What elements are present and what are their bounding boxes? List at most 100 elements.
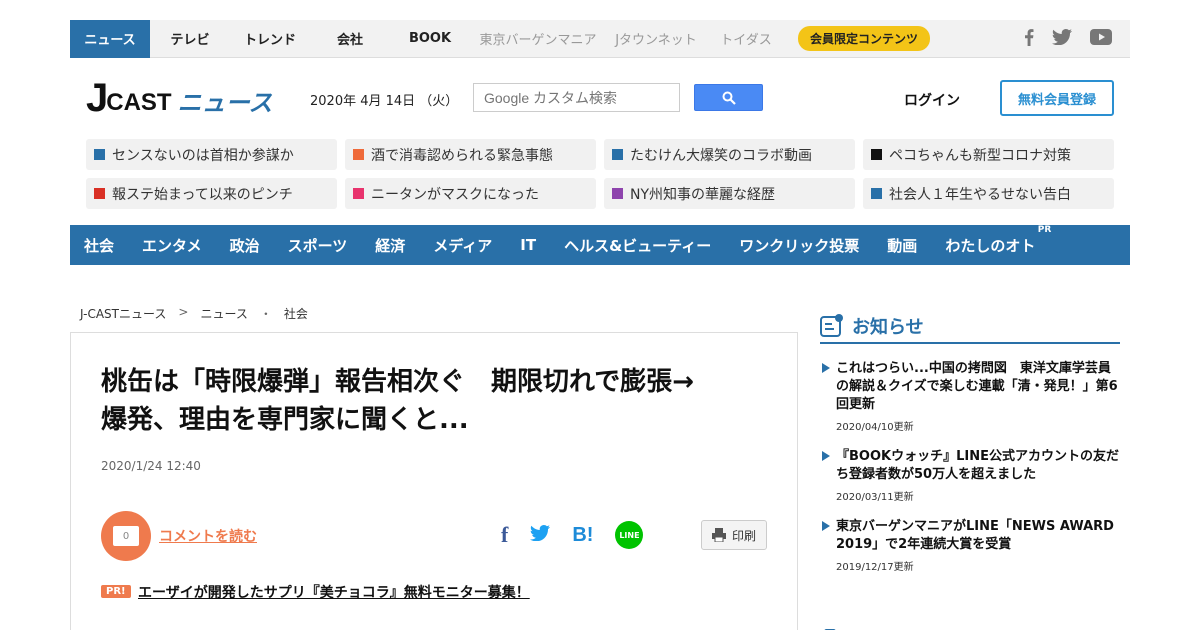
twitter-icon[interactable] xyxy=(1052,29,1072,49)
category-tab[interactable]: ヘルス&ビューティー xyxy=(564,235,711,256)
facebook-share-icon[interactable]: f xyxy=(501,522,508,548)
triangle-bullet-icon xyxy=(822,363,830,373)
category-tab[interactable]: 動画 xyxy=(887,235,917,256)
trending-topic[interactable]: NY州知事の華麗な経歴 xyxy=(604,178,855,209)
breadcrumb-separator: > xyxy=(178,305,189,319)
trending-topic[interactable]: たむけん大爆笑のコラボ動画 xyxy=(604,139,855,170)
hatena-bookmark-icon[interactable]: B! xyxy=(572,524,593,547)
logo-j: J xyxy=(86,76,109,120)
notice-icon xyxy=(820,314,843,337)
next-section-header xyxy=(820,622,1120,630)
category-tab-label: エンタメ xyxy=(142,236,202,255)
trending-topic[interactable]: 社会人１年生やるせない告白 xyxy=(863,178,1114,209)
category-tab-label: スポーツ xyxy=(287,236,348,255)
category-tab[interactable]: メディア xyxy=(433,235,492,256)
article-title: 桃缶は「時限爆弾」報告相次ぐ 期限切れで膨張→ 爆発、理由を専門家に聞くと... xyxy=(101,363,771,439)
print-button[interactable]: 印刷 xyxy=(701,520,767,550)
pr-ad-link[interactable]: エーザイが開発したサプリ『美チョコラ』無料モニター募集！ xyxy=(138,582,530,602)
trending-topic-label: センスないのは首相か参謀か xyxy=(112,147,294,164)
category-tab[interactable]: IT xyxy=(520,236,536,254)
trending-marker-icon xyxy=(94,188,105,199)
category-tab[interactable]: スポーツ xyxy=(288,235,348,256)
category-tab[interactable]: エンタメ xyxy=(142,235,202,256)
category-tab-label: 動画 xyxy=(887,236,918,255)
trending-topic-label: ニータンがマスクになった xyxy=(371,186,539,203)
category-tab[interactable]: わたしのオト PR xyxy=(945,225,1051,256)
triangle-bullet-icon xyxy=(822,521,830,531)
login-link[interactable]: ログイン xyxy=(904,90,960,110)
top-nav-toidas[interactable]: トイダス xyxy=(706,20,786,58)
social-links xyxy=(1024,20,1112,58)
notice-item-updated: 2020/04/10更新 xyxy=(836,422,914,433)
free-register-button[interactable]: 無料会員登録 xyxy=(1000,80,1114,116)
trending-marker-icon xyxy=(94,149,105,160)
notice-title: お知らせ xyxy=(852,317,924,338)
top-nav: ニュース テレビ トレンド 会社 BOOK 東京バーゲンマニア Jタウンネット … xyxy=(70,19,931,58)
trending-marker-icon xyxy=(871,188,882,199)
category-navigation: 社会 エンタメ 政治 スポーツ 経済 メディア IT ヘルス&ビューティー ワンクリック投票 動画… xyxy=(70,225,1130,265)
trending-topic-label: NY州知事の華麗な経歴 xyxy=(630,186,776,203)
top-nav-tv[interactable]: テレビ xyxy=(150,20,230,58)
trending-topic[interactable]: 報ステ始まって以来のピンチ xyxy=(86,178,337,209)
trending-topic-label: たむけん大爆笑のコラボ動画 xyxy=(630,147,812,164)
breadcrumb-home[interactable]: J-CASTニュース xyxy=(80,305,166,322)
article-date: 2020/1/24 12:40 xyxy=(101,459,201,473)
article-title-line1: 桃缶は「時限爆弾」報告相次ぐ 期限切れで膨張→ xyxy=(101,367,695,397)
comment-button[interactable]: 0 xyxy=(101,511,151,561)
read-comments-link[interactable]: コメントを読む xyxy=(159,526,257,546)
trending-marker-icon xyxy=(353,188,364,199)
trending-topic-label: 報ステ始まって以来のピンチ xyxy=(112,186,293,203)
search-icon xyxy=(722,91,736,105)
trending-topic[interactable]: ニータンがマスクになった xyxy=(345,178,596,209)
twitter-share-icon[interactable] xyxy=(530,525,551,545)
jcast-news-logo[interactable]: J CAST ニュース xyxy=(86,76,272,120)
trending-topic[interactable]: ペコちゃんも新型コロナ対策 xyxy=(863,139,1114,170)
notice-item-text: 『BOOKウォッチ』LINE公式アカウントの友だち登録者数が50万人を超えました xyxy=(836,449,1119,482)
top-nav-trend[interactable]: トレンド xyxy=(230,20,310,58)
search-input[interactable] xyxy=(473,83,680,112)
top-navigation-bar: ニュース テレビ トレンド 会社 BOOK 東京バーゲンマニア Jタウンネット … xyxy=(70,19,1130,58)
category-tab-label: 社会 xyxy=(84,236,115,255)
notice-item[interactable]: 東京バーゲンマニアがLINE「NEWS AWARD 2019」で2年連続大賞を受… xyxy=(820,518,1120,573)
category-tab[interactable]: 政治 xyxy=(230,235,260,256)
search-button[interactable] xyxy=(694,84,763,111)
category-tab-label: メディア xyxy=(433,236,493,255)
breadcrumb-news[interactable]: ニュース xyxy=(200,305,247,322)
share-buttons: f B! LINE xyxy=(501,521,644,549)
notice-item[interactable]: 『BOOKウォッチ』LINE公式アカウントの友だち登録者数が50万人を超えました… xyxy=(820,448,1120,503)
youtube-icon[interactable] xyxy=(1090,29,1112,49)
category-tab-label: 経済 xyxy=(375,236,406,255)
page: ニュース テレビ トレンド 会社 BOOK 東京バーゲンマニア Jタウンネット … xyxy=(0,0,1200,630)
breadcrumb-society[interactable]: 社会 xyxy=(284,305,308,322)
trending-marker-icon xyxy=(871,149,882,160)
trending-topic[interactable]: 酒で消毒認められる緊急事態 xyxy=(345,139,596,170)
notice-item[interactable]: これはつらい...中国の拷問図 東洋文庫学芸員の解説＆クイズで楽しむ連載「清・発… xyxy=(820,360,1120,433)
category-tab-label: ヘルス&ビューティー xyxy=(564,236,712,255)
comment-count: 0 xyxy=(122,530,130,542)
top-nav-book[interactable]: BOOK xyxy=(390,20,470,58)
top-nav-j-town-net[interactable]: Jタウンネット xyxy=(606,20,706,58)
category-tab[interactable]: 経済 xyxy=(375,235,405,256)
trending-topic[interactable]: センスないのは首相か参謀か xyxy=(86,139,337,170)
facebook-icon[interactable] xyxy=(1024,28,1034,50)
trending-topic-label: ペコちゃんも新型コロナ対策 xyxy=(889,147,1071,164)
category-tab-label: わたしのオト xyxy=(945,236,1036,255)
trending-marker-icon xyxy=(612,149,623,160)
top-nav-bargain-mania[interactable]: 東京バーゲンマニア xyxy=(470,20,606,58)
top-nav-news[interactable]: ニュース xyxy=(70,19,150,58)
current-date: 2020年 4月 14日 （火） xyxy=(310,94,459,109)
members-only-badge[interactable]: 会員限定コンテンツ xyxy=(798,26,931,51)
category-tab-label: 政治 xyxy=(229,236,260,255)
triangle-bullet-icon xyxy=(822,451,830,461)
category-tab[interactable]: 社会 xyxy=(84,235,114,256)
line-share-icon[interactable]: LINE xyxy=(615,521,644,549)
comment-icon: 0 xyxy=(113,526,139,546)
top-nav-company[interactable]: 会社 xyxy=(310,20,390,58)
trending-topic-label: 社会人１年生やるせない告白 xyxy=(889,186,1071,203)
trending-topics: センスないのは首相か参謀か 酒で消毒認められる緊急事態 たむけん大爆笑のコラボ動画 ペ… xyxy=(86,139,1114,209)
notice-item-text: 東京バーゲンマニアがLINE「NEWS AWARD 2019」で2年連続大賞を受… xyxy=(836,519,1114,552)
article-card: 桃缶は「時限爆弾」報告相次ぐ 期限切れで膨張→ 爆発、理由を専門家に聞くと...… xyxy=(70,332,798,630)
breadcrumb: J-CASTニュース > ニュース ・ 社会 xyxy=(80,305,308,322)
trending-marker-icon xyxy=(612,188,623,199)
category-tab[interactable]: ワンクリック投票 xyxy=(739,235,859,256)
